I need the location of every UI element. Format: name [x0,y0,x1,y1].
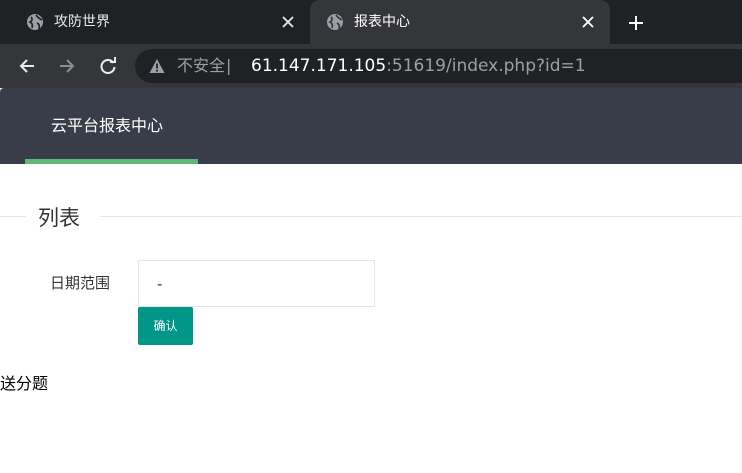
arrow-left-icon[interactable] [15,54,39,78]
date-range-input[interactable] [138,260,375,307]
confirm-button[interactable]: 确认 [138,307,193,345]
url-host: 61.147.171.105 [251,56,387,76]
close-icon[interactable] [278,12,298,32]
tab-gongfang-shijie[interactable]: 攻防世界 [0,0,310,44]
section-legend: 列表 [38,206,80,230]
address-separator: | [226,56,232,75]
tab-title: 攻防世界 [54,14,110,30]
page-footer-text: 送分题 [0,374,49,393]
nav-item-cloud-report-center[interactable]: 云平台报表中心 [25,88,198,164]
date-range-label: 日期范围 [50,274,111,292]
fieldset-divider-left [0,216,26,217]
nav-active-indicator [25,159,198,164]
tab-baobiao-zhongxin[interactable]: 报表中心 [310,0,610,44]
url-text[interactable]: 61.147.171.105:51619/index.php?id=1 [251,55,586,77]
globe-icon [327,14,343,30]
plus-icon[interactable] [624,11,648,35]
globe-icon [27,14,43,30]
browser-tab-strip: 攻防世界 报表中心 [0,0,742,44]
page-header-nav: 云平台报表中心 [0,88,742,164]
url-path: :51619/index.php?id=1 [386,56,586,76]
browser-toolbar: 不安全 | 61.147.171.105:51619/index.php?id=… [0,44,742,88]
nav-item-label: 云平台报表中心 [51,116,164,135]
security-label[interactable]: 不安全 [177,56,225,76]
fieldset-divider-right [100,216,742,217]
tab-title: 报表中心 [354,14,410,30]
arrow-right-icon[interactable] [55,54,79,78]
address-bar[interactable]: 不安全 | 61.147.171.105:51619/index.php?id=… [135,49,742,83]
warning-triangle-icon[interactable] [149,58,165,74]
close-icon[interactable] [578,12,598,32]
reload-icon[interactable] [96,54,120,78]
